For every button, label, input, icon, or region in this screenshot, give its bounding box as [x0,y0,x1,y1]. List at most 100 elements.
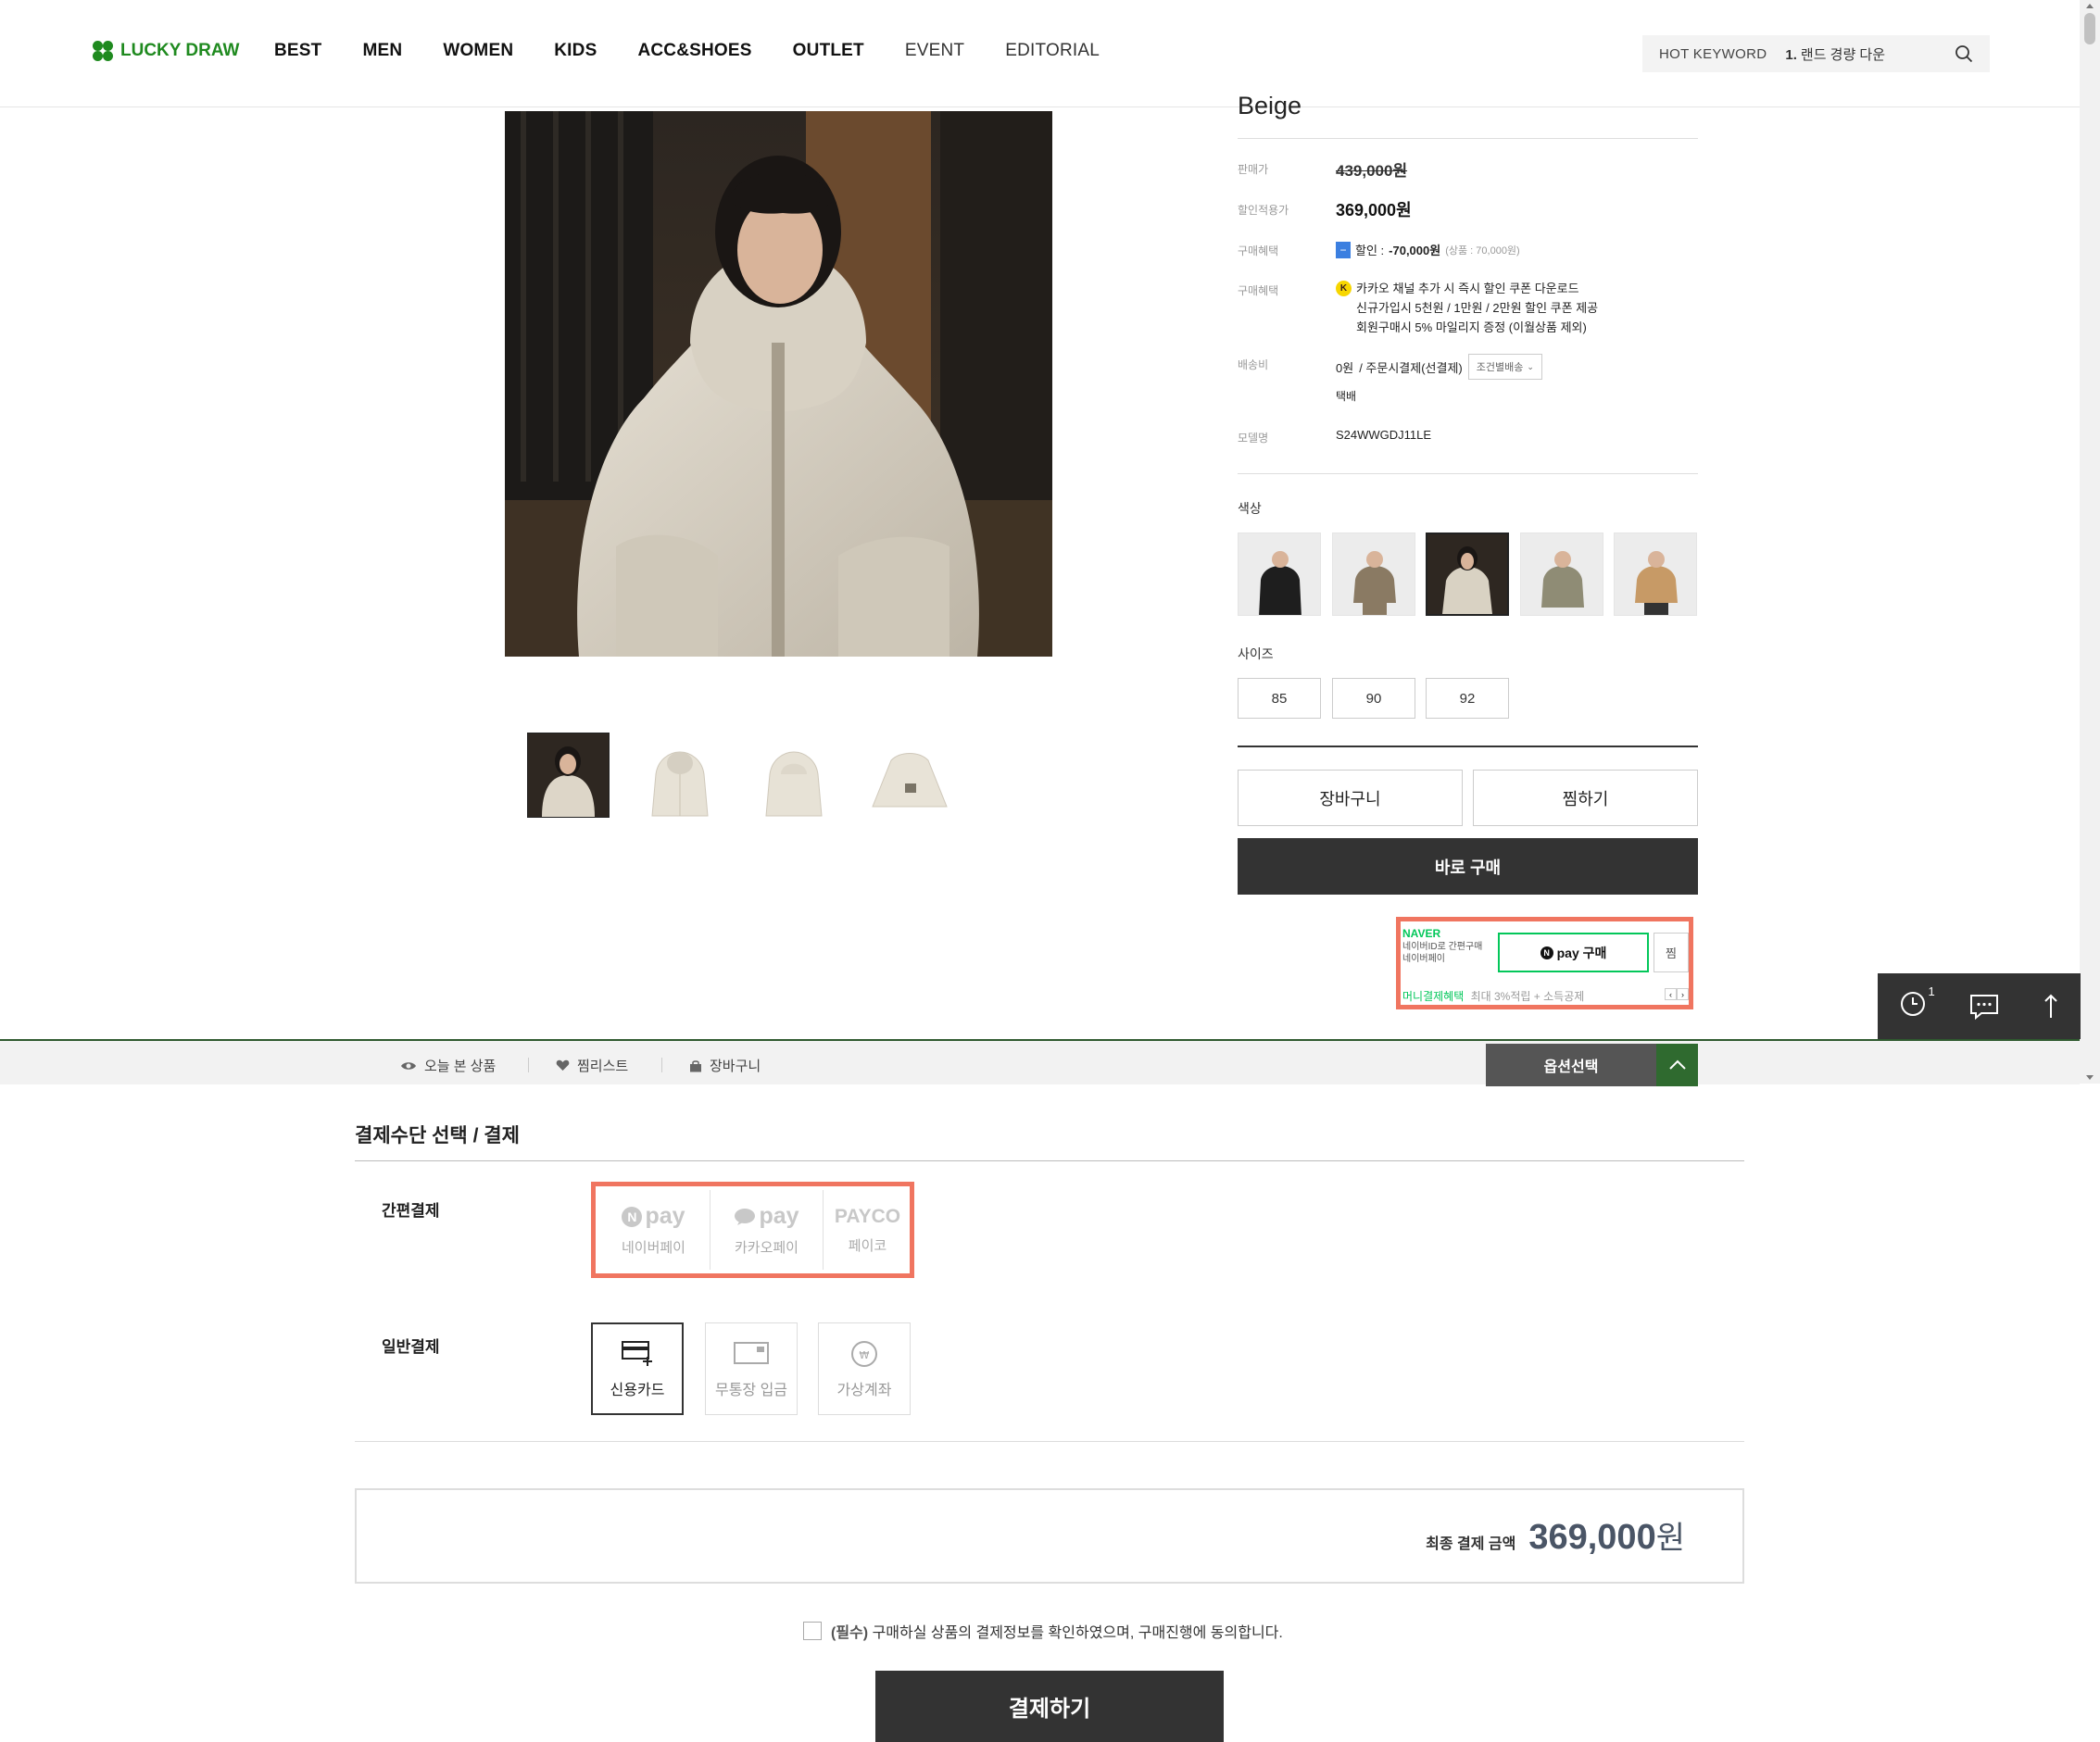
easy-payment-options: Npay 네이버페이 pay 카카오페이 PAYCO 페이코 [591,1182,914,1278]
agreement-required: (필수) [831,1625,869,1641]
purchase-agreement: (필수) 구매하실 상품의 결제정보를 확인하였으며, 구매진행에 동의합니다. [803,1620,1283,1642]
nav-editorial[interactable]: EDITORIAL [1005,41,1100,61]
recent-products-link[interactable]: 오늘 본 상품 [400,1056,496,1075]
jacket-back-image [765,751,823,817]
naver-wish-button[interactable]: 찜 [1654,933,1689,972]
chevron-left-icon[interactable]: ‹ [1665,988,1677,1000]
buy-now-button[interactable]: 바로 구매 [1238,838,1698,895]
scroll-thumb[interactable] [2084,13,2095,44]
scroll-up-icon[interactable] [2086,4,2094,8]
wishlist-link[interactable]: 찜리스트 [556,1056,628,1075]
nav-acc-shoes[interactable]: ACC&SHOES [637,41,751,61]
naver-pay-buy-button[interactable]: N pay 구매 [1498,933,1649,972]
discount-amount: -70,000원 [1389,244,1441,257]
hot-keyword-search[interactable]: HOT KEYWORD 1. 랜드 경량 다운 [1642,35,1990,72]
kakao-pay-name: 카카오페이 [734,1240,799,1256]
site-header: LUCKY DRAW BEST MEN WOMEN KIDS ACC&SHOES… [0,0,2080,107]
cart-label: 장바구니 [710,1059,761,1074]
scroll-down-icon[interactable] [2086,1075,2094,1080]
payco-name: 페이코 [848,1237,887,1254]
nav-kids[interactable]: KIDS [554,41,597,61]
pay-button[interactable]: 결제하기 [875,1671,1224,1742]
main-nav: BEST MEN WOMEN KIDS ACC&SHOES OUTLET EVE… [274,41,1140,61]
kakao-pay-option[interactable]: pay 카카오페이 [710,1190,824,1270]
nav-women[interactable]: WOMEN [443,41,513,61]
recent-view-button[interactable]: 1 [1899,984,1935,1022]
wishlist-button[interactable]: 찜하기 [1473,770,1698,826]
naver-promo-detail: 최대 3%적립 + 소득공제 [1470,990,1585,1003]
bank-transfer-option[interactable]: 무통장 입금 [705,1322,798,1415]
nav-best[interactable]: BEST [274,41,321,61]
bank-transfer-label: 무통장 입금 [714,1383,788,1398]
thumbnail-3[interactable] [752,735,836,822]
naver-promo-title: 머니결제혜택 [1402,990,1465,1003]
nav-outlet[interactable]: OUTLET [793,41,864,61]
option-toggle-button[interactable] [1656,1044,1698,1086]
arrow-up-icon[interactable] [2042,993,2060,1021]
hot-keyword-text: 랜드 경량 다운 [1800,46,1886,63]
benefit-label-2: 구매혜택 [1238,284,1279,297]
benefit-label-1: 구매혜택 [1238,244,1279,257]
quick-menu: 1 [1878,973,2081,1039]
naver-pay-buy-text: pay 구매 [1556,945,1607,960]
kakao-line-3: 회원구매시 5% 마일리지 증정 (이월상품 제외) [1356,320,1587,334]
virtual-account-option[interactable]: ₩ 가상계좌 [818,1322,911,1415]
color-swatch-brown[interactable] [1332,533,1415,616]
agreement-text: 구매하실 상품의 결제정보를 확인하였으며, 구매진행에 동의합니다. [872,1625,1283,1641]
bottom-sticky-bar: 오늘 본 상품 찜리스트 장바구니 옵션선택 [0,1039,2080,1086]
color-swatch-khaki[interactable] [1520,533,1603,616]
chevron-right-icon[interactable]: › [1677,988,1689,1000]
shipping-type: 택배 [1336,390,1357,403]
option-select-button[interactable]: 옵션선택 [1486,1044,1656,1086]
shipping-condition-select[interactable]: 조건별배송 ⌄ [1467,354,1542,380]
total-label: 최종 결제 금액 [1426,1536,1516,1552]
shipping-info: 0원 / 주문시결제(선결제) 조건별배송 ⌄ [1336,354,1542,380]
bankbook-icon [734,1342,769,1364]
divider [355,1160,1744,1161]
color-swatch-beige[interactable] [1426,533,1509,616]
recent-products-label: 오늘 본 상품 [424,1059,497,1074]
jacket-flat-image [872,753,948,808]
cart-link[interactable]: 장바구니 [689,1056,761,1075]
product-main-image [505,111,1052,657]
kakao-line-1[interactable]: 카카오 채널 추가 시 즉시 할인 쿠폰 다운로드 [1356,279,1579,298]
naver-n-icon: N [1540,946,1553,959]
divider [1238,746,1698,747]
nav-event[interactable]: EVENT [905,41,964,61]
chevron-down-icon: ⌄ [1527,361,1534,371]
search-icon[interactable] [1955,44,1973,63]
page-scrollbar[interactable] [2080,0,2100,1084]
easy-payment-label: 간편결제 [382,1202,440,1220]
total-amount: 369,000 [1528,1518,1656,1557]
speech-bubble-icon [735,1208,756,1225]
product-name: Beige [1238,96,1302,119]
size-option-92[interactable]: 92 [1426,678,1509,719]
thumbnail-1[interactable] [527,733,610,818]
payco-option[interactable]: PAYCO 페이코 [824,1190,912,1270]
kakao-pay-logo-text: pay [759,1203,799,1229]
site-logo[interactable]: LUCKY DRAW [93,41,239,61]
thumbnail-4[interactable] [868,735,951,822]
credit-card-option[interactable]: 신용카드 [591,1322,684,1415]
model-number: S24WWGDJ11LE [1336,428,1432,442]
nav-men[interactable]: MEN [362,41,402,61]
agreement-checkbox[interactable] [803,1622,822,1640]
payco-logo: PAYCO [834,1205,901,1227]
naver-pay-option[interactable]: Npay 네이버페이 [597,1190,710,1270]
color-swatch-black[interactable] [1238,533,1321,616]
size-option-90[interactable]: 90 [1332,678,1415,719]
discount-detail: (상품 : 70,000원) [1445,244,1520,257]
chevron-up-icon [1668,1059,1686,1070]
thumbnail-2[interactable] [638,735,722,822]
color-swatch-camel[interactable] [1614,533,1697,616]
jacket-front-image [651,751,709,817]
naver-promo: 머니결제혜택 최대 3%적립 + 소득공제 [1402,988,1584,1004]
naver-pay-widget: NAVER 네이버ID로 간편구매 네이버페이 N pay 구매 찜 머니결제혜… [1396,917,1693,1009]
hot-keyword-item[interactable]: 1. 랜드 경량 다운 [1785,44,1885,64]
cart-button[interactable]: 장바구니 [1238,770,1463,826]
discount-text: 할인 : [1355,244,1385,257]
chat-icon[interactable] [1968,993,2000,1021]
shipping-select-text: 조건별배송 [1476,362,1524,373]
discount-info: − 할인 : -70,000원 (상품 : 70,000원) [1336,241,1520,258]
size-option-85[interactable]: 85 [1238,678,1321,719]
